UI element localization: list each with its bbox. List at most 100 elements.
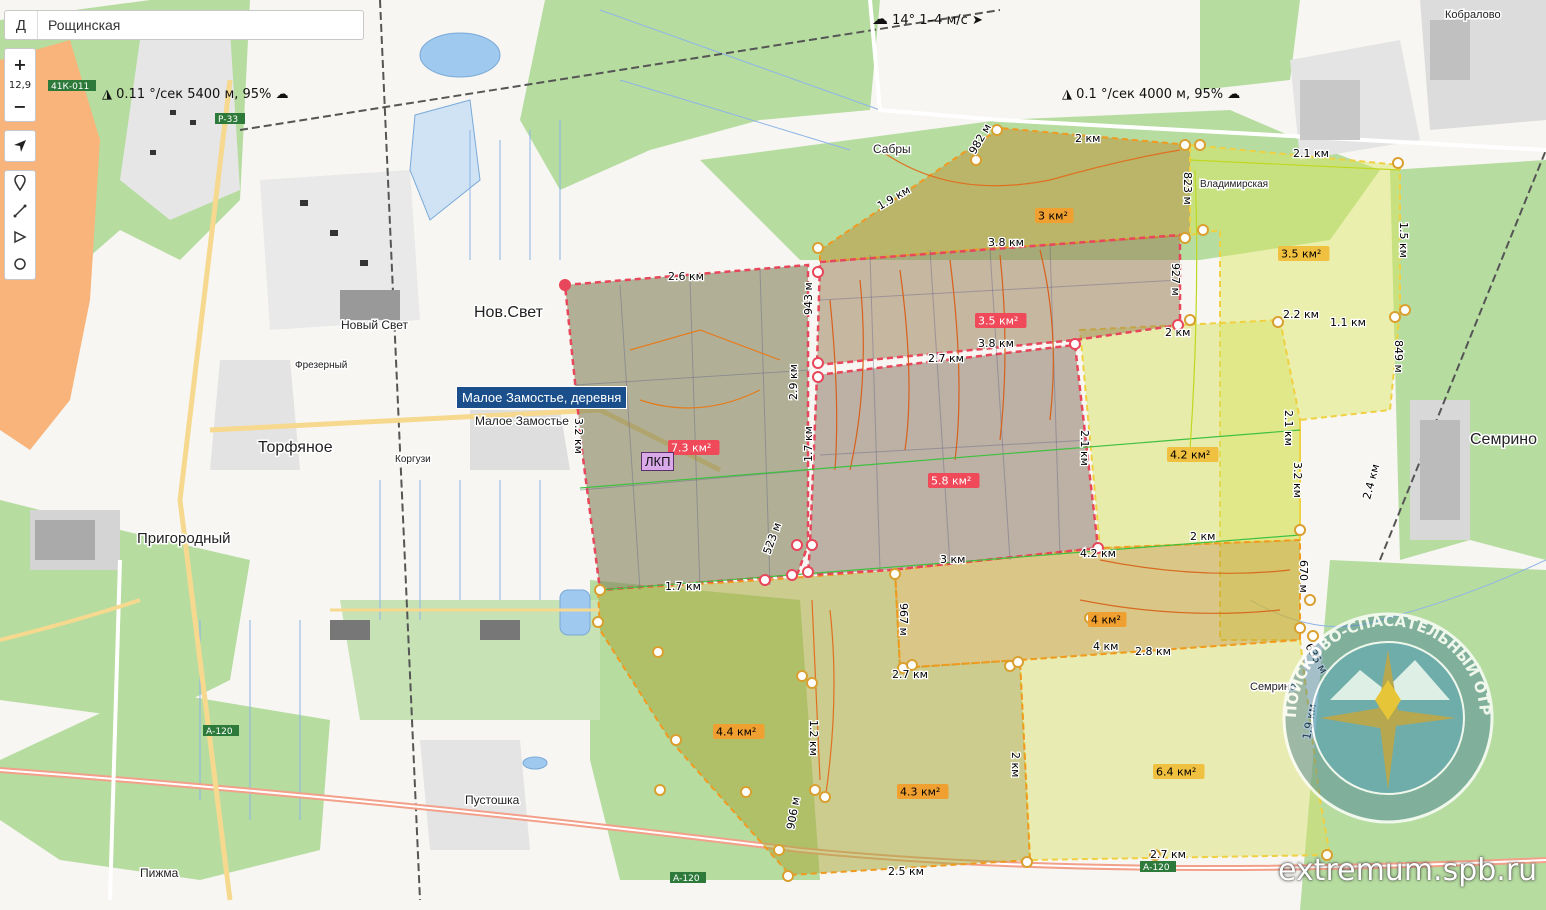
- distance-label: 2.1 км: [1293, 147, 1329, 160]
- place-label: Фрезерный: [295, 360, 347, 371]
- zoom-level: 12,9: [8, 79, 32, 91]
- svg-text:А-120: А-120: [206, 727, 233, 737]
- road-label: Р-33: [215, 113, 245, 125]
- weather-right-text: 0.1 °/сек 4000 м, 95%: [1076, 87, 1224, 102]
- distance-label: 3.2 км: [572, 418, 585, 454]
- zone-area-label: 7.3 км²: [668, 440, 720, 455]
- svg-text:3 км²: 3 км²: [1038, 210, 1068, 223]
- zone-area-label: 3.5 км²: [1278, 246, 1330, 261]
- location-tooltip[interactable]: Малое Замостье, деревня: [456, 386, 628, 409]
- svg-text:4.3 км²: 4.3 км²: [900, 786, 940, 799]
- svg-text:А-120: А-120: [1143, 863, 1170, 873]
- zone-area-label: 4.2 км²: [1167, 447, 1219, 462]
- search-mode-button[interactable]: Д: [5, 11, 38, 39]
- distance-label: 2.1 км: [1282, 410, 1295, 446]
- svg-text:41К-011: 41К-011: [51, 82, 89, 92]
- distance-label: 3.8 км: [978, 337, 1014, 350]
- place-label: Малое Замостье: [475, 414, 569, 428]
- svg-text:5.8 км²: 5.8 км²: [931, 475, 971, 488]
- distance-label: 4 км: [1093, 640, 1118, 653]
- distance-label: 1.7 км: [665, 580, 701, 593]
- distance-label: 2.7 км: [1150, 848, 1186, 861]
- zone-area-label: 5.8 км²: [928, 473, 980, 488]
- distance-label: 3.8 км: [988, 236, 1024, 249]
- place-label: Сабры: [873, 142, 911, 156]
- svg-text:Р-33: Р-33: [218, 115, 238, 125]
- search-bar[interactable]: Д: [4, 10, 364, 40]
- distance-label: 2 км: [1190, 530, 1215, 543]
- distance-label: 943 м: [802, 282, 815, 315]
- wind-arrow-icon: ◮: [1062, 87, 1072, 102]
- zone-east-mid: [1078, 318, 1301, 550]
- svg-text:4.4 км²: 4.4 км²: [716, 726, 756, 739]
- place-label: Владимирская: [1200, 179, 1268, 190]
- search-input[interactable]: [46, 16, 350, 34]
- road-label: А-120: [203, 725, 239, 737]
- zone-area-label: 3 км²: [1035, 208, 1074, 223]
- distance-label: 2 км: [1165, 326, 1190, 339]
- place-label: Пижма: [140, 866, 179, 880]
- zone-area-label: 6.4 км²: [1153, 764, 1205, 779]
- zone-area-label: 3.5 км²: [975, 313, 1027, 328]
- distance-label: 927 м: [1169, 263, 1182, 296]
- cloud-icon: ☁: [872, 9, 888, 28]
- road-label: А-120: [1140, 861, 1176, 873]
- place-label: Пригородный: [137, 530, 231, 547]
- cloud-icon: ☁: [1227, 87, 1241, 102]
- place-label: Торфяное: [258, 439, 333, 456]
- marker-icon[interactable]: [13, 174, 27, 195]
- polygon-icon[interactable]: [13, 229, 27, 248]
- weather-left: ◮ 0.11 °/сек 5400 м, 95% ☁: [102, 87, 289, 102]
- road-label: 41К-011: [48, 80, 96, 92]
- place-label: Новый Свет: [341, 318, 409, 332]
- svg-text:4 км²: 4 км²: [1091, 614, 1121, 627]
- wind-arrow-icon: ◮: [102, 87, 112, 102]
- circle-icon[interactable]: [13, 256, 27, 275]
- distance-label: 4.2 км: [1080, 547, 1116, 560]
- distance-label: 1.1 км: [1330, 316, 1366, 329]
- zoom-out-button[interactable]: −: [13, 97, 26, 116]
- distance-label: 967 м: [897, 603, 910, 636]
- weather-left-text: 0.11 °/сек 5400 м, 95%: [116, 87, 272, 102]
- zone-area-label: 4 км²: [1088, 612, 1127, 627]
- navigate-icon[interactable]: [4, 130, 36, 162]
- distance-label: 2.7 км: [928, 352, 964, 365]
- zone-area-label: 4.4 км²: [713, 724, 765, 739]
- svg-text:6.4 км²: 6.4 км²: [1156, 766, 1196, 779]
- svg-text:7.3 км²: 7.3 км²: [671, 442, 711, 455]
- distance-label: 2.6 км: [668, 270, 704, 283]
- distance-label: 2.5 км: [888, 865, 924, 878]
- svg-text:А-120: А-120: [673, 874, 700, 884]
- distance-label: 823 м: [1181, 172, 1194, 205]
- svg-text:4.2 км²: 4.2 км²: [1170, 449, 1210, 462]
- distance-label: 670 м: [1297, 560, 1310, 593]
- distance-label: 1.5 км: [1397, 222, 1410, 258]
- line-icon[interactable]: [13, 203, 27, 222]
- zoom-in-button[interactable]: +: [13, 55, 26, 74]
- svg-text:3.5 км²: 3.5 км²: [1281, 248, 1321, 261]
- zone-area-label: 4.3 км²: [897, 784, 949, 799]
- distance-label: 3.2 км: [1291, 462, 1304, 498]
- place-label: Семрино: [1470, 431, 1537, 448]
- distance-label: 2.7 км: [892, 668, 928, 681]
- weather-top: ☁ 14° 1–4 м/с ➤: [872, 9, 983, 28]
- distance-label: 1.2 км: [807, 720, 820, 756]
- weather-right: ◮ 0.1 °/сек 4000 м, 95% ☁: [1062, 87, 1240, 102]
- place-label: Пустошка: [465, 793, 520, 807]
- map-canvas[interactable]: Нов.Свет Торфяное Пригородный Семрино Ма…: [0, 0, 1546, 910]
- weather-top-text: 14° 1–4 м/с ➤: [892, 13, 983, 28]
- watermark: extremum.spb.ru: [1278, 853, 1538, 888]
- draw-tools: [4, 170, 36, 280]
- distance-label: 2.1 км: [1078, 430, 1091, 466]
- distance-label: 3 км: [940, 553, 965, 566]
- lkp-marker[interactable]: ЛКП: [641, 452, 675, 471]
- place-label: Коргузи: [395, 454, 431, 465]
- zone-south-east: [1018, 638, 1332, 862]
- zoom-control: + 12,9 −: [4, 48, 36, 122]
- svg-text:3.5 км²: 3.5 км²: [978, 315, 1018, 328]
- distance-label: 2 км: [1075, 132, 1100, 145]
- distance-label: 849 м: [1392, 340, 1405, 373]
- distance-label: 2 км: [1009, 752, 1022, 777]
- cloud-icon: ☁: [275, 87, 289, 102]
- distance-label: 1.7 км: [802, 426, 815, 462]
